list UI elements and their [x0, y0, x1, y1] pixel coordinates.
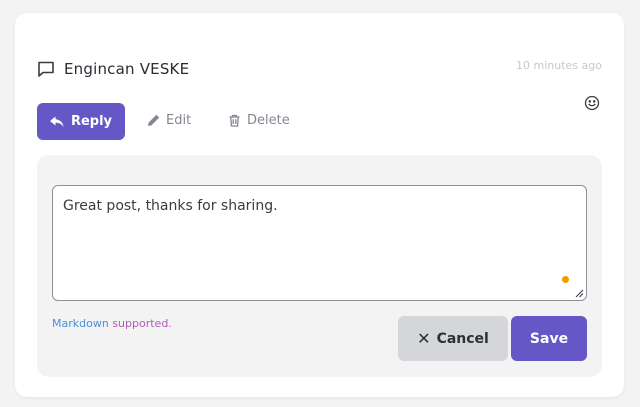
- edit-button[interactable]: Edit: [147, 113, 191, 128]
- comment-author: Engincan VESKE: [64, 60, 190, 78]
- save-label: Save: [529, 330, 569, 347]
- comment-timestamp: 10 minutes ago: [516, 59, 602, 72]
- pencil-icon: [148, 114, 160, 126]
- cancel-label: Cancel: [436, 330, 489, 347]
- reply-label: Reply: [70, 114, 113, 129]
- trash-icon: [229, 114, 240, 127]
- delete-label: Delete: [247, 113, 290, 128]
- reply-button[interactable]: Reply: [37, 103, 125, 140]
- comment-textarea[interactable]: Great post, thanks for sharing.: [52, 185, 587, 301]
- save-button[interactable]: Save: [511, 316, 587, 361]
- close-icon: ✕: [417, 329, 431, 348]
- delete-button[interactable]: Delete: [228, 113, 290, 128]
- resize-grip-icon[interactable]: [574, 288, 584, 298]
- reply-arrow-icon: [49, 116, 64, 127]
- smiley-icon[interactable]: [584, 95, 600, 111]
- markdown-suffix: supported.: [112, 317, 172, 330]
- edit-label: Edit: [166, 113, 192, 128]
- comment-icon: [38, 61, 54, 77]
- markdown-link[interactable]: Markdown: [52, 317, 109, 330]
- comment-text-value: Great post, thanks for sharing.: [63, 198, 278, 214]
- comment-card: Engincan VESKE 10 minutes ago Reply Edit…: [15, 13, 624, 397]
- status-dot: [562, 276, 569, 283]
- cancel-button[interactable]: ✕ Cancel: [398, 316, 508, 361]
- markdown-note: Markdown supported.: [52, 317, 172, 330]
- reply-editor-panel: Great post, thanks for sharing. Markdown…: [37, 155, 602, 377]
